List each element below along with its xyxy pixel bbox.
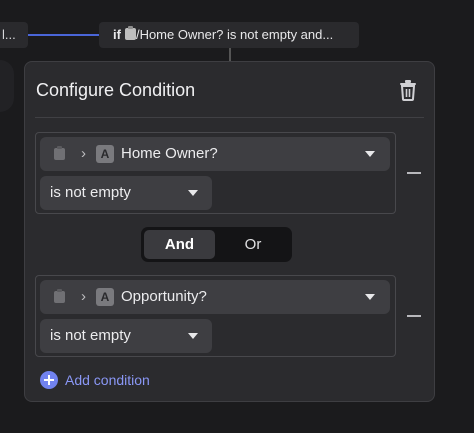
remove-condition-1-button[interactable] — [407, 172, 421, 174]
operator-select-1[interactable]: is not empty — [40, 176, 212, 210]
caret-down-icon — [188, 333, 198, 339]
condition-row-1: › A Home Owner? is not empty — [35, 132, 396, 214]
text-type-icon: A — [96, 145, 114, 163]
chevron-right-icon: › — [81, 145, 86, 162]
clipboard-icon — [54, 289, 65, 303]
field-select-1[interactable]: › A Home Owner? — [40, 137, 390, 171]
field-label: Opportunity? — [121, 288, 207, 305]
plus-circle-icon — [40, 371, 58, 389]
previous-node-chip[interactable]: l... — [0, 22, 28, 48]
condition-node-chip[interactable]: if/Home Owner? is not empty and... — [99, 22, 359, 48]
panel-title: Configure Condition — [36, 80, 196, 100]
trash-icon[interactable] — [398, 79, 418, 101]
operator-select-2[interactable]: is not empty — [40, 319, 212, 353]
field-label: Home Owner? — [121, 145, 218, 162]
canvas-node-edge — [0, 60, 14, 112]
field-select-2[interactable]: › A Opportunity? — [40, 280, 390, 314]
operator-label: is not empty — [50, 184, 131, 201]
add-condition-label: Add condition — [65, 372, 150, 388]
node-stem — [229, 48, 231, 62]
caret-down-icon — [365, 151, 375, 157]
caret-down-icon — [365, 294, 375, 300]
or-option[interactable]: Or — [217, 230, 289, 259]
condition-summary: /Home Owner? is not empty and... — [135, 27, 334, 42]
remove-condition-2-button[interactable] — [407, 315, 421, 317]
logic-toggle: And Or — [141, 227, 292, 262]
condition-row-2: › A Opportunity? is not empty — [35, 275, 396, 357]
operator-label: is not empty — [50, 327, 131, 344]
panel-divider — [35, 117, 424, 118]
flow-connector-line — [28, 34, 100, 36]
chevron-right-icon: › — [81, 288, 86, 305]
clipboard-icon — [124, 26, 136, 40]
caret-down-icon — [188, 190, 198, 196]
text-type-icon: A — [96, 288, 114, 306]
clipboard-icon — [54, 146, 65, 160]
configure-condition-panel: Configure Condition › A Home Owner? is n… — [24, 61, 435, 402]
if-keyword: if — [113, 27, 121, 42]
and-option[interactable]: And — [144, 230, 215, 259]
